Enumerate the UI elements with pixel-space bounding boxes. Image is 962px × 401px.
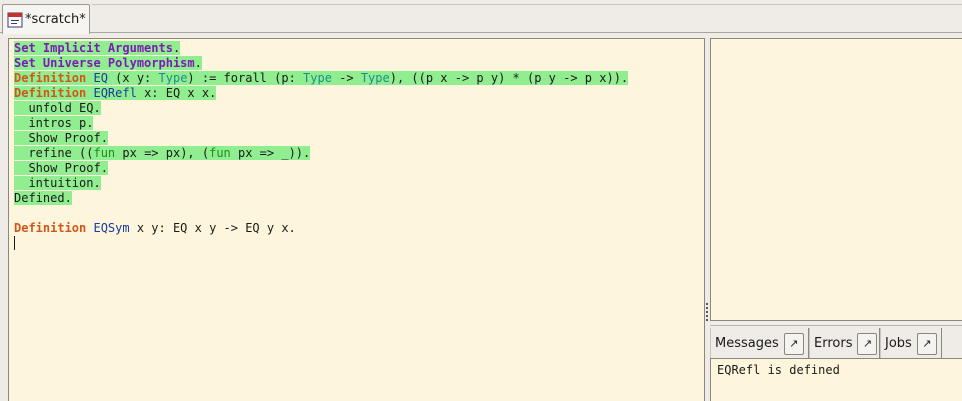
code-token: unfold EQ. <box>14 101 101 115</box>
processed-region: Show Proof. <box>14 161 108 175</box>
tab-messages[interactable]: Messages ↗ <box>710 328 809 359</box>
code-token: fun <box>93 146 116 160</box>
processed-region: Set Implicit Arguments. <box>14 41 181 55</box>
code-token: ), ((p x -> p y) * (p y -> p x)). <box>389 71 629 85</box>
code-line[interactable]: Definition EQ (x y: Type) := forall (p: … <box>14 71 629 86</box>
tab-scratch[interactable]: *scratch* <box>2 4 90 34</box>
code-token: Definition <box>14 86 87 100</box>
code-token: Type <box>360 71 390 85</box>
processed-region: unfold EQ. <box>14 101 101 115</box>
code-line[interactable]: Set Universe Polymorphism. <box>14 56 628 71</box>
processed-region: intros p. <box>14 116 94 130</box>
code-line[interactable] <box>14 206 628 221</box>
processed-region: intuition. <box>14 176 101 190</box>
tab-errors-label: Errors <box>814 336 853 351</box>
code-line[interactable]: Set Implicit Arguments. <box>14 41 628 56</box>
code-token: ) := forall (p: <box>187 71 304 85</box>
splitter-grip-icon[interactable] <box>706 303 708 321</box>
tab-messages-label: Messages <box>715 336 779 351</box>
unprocessed-region: Definition EQSym x y: EQ x y -> EQ y x. <box>14 221 296 235</box>
goals-pane <box>710 38 962 321</box>
detach-messages-icon[interactable]: ↗ <box>783 332 804 355</box>
code-token: . <box>194 56 202 70</box>
code-token: x: EQ x x. <box>136 86 217 100</box>
code-token: x y: EQ x y -> EQ y x. <box>129 221 296 235</box>
code-token: px => px), ( <box>115 146 210 160</box>
document-icon <box>7 12 23 28</box>
processed-region: Show Proof. <box>14 131 108 145</box>
message-text: EQRefl is defined <box>717 363 840 377</box>
code-token: Show Proof. <box>14 161 108 175</box>
code-line[interactable]: intuition. <box>14 176 628 191</box>
code-token: Definition <box>14 71 87 85</box>
code-token: refine (( <box>14 146 94 160</box>
code-token: intuition. <box>14 176 101 190</box>
script-editor[interactable]: Set Implicit Arguments. Set Universe Poly… <box>8 38 705 401</box>
tab-jobs-label: Jobs <box>885 336 912 351</box>
code-line[interactable] <box>14 236 628 251</box>
detach-jobs-icon[interactable]: ↗ <box>916 332 937 355</box>
tab-bar-rule <box>92 4 962 5</box>
code-token: Set Universe Polymorphism <box>14 56 195 70</box>
text-cursor <box>14 236 15 250</box>
code-token: Type <box>303 71 332 85</box>
code-token: Definition <box>14 221 87 235</box>
code-line[interactable]: intros p. <box>14 116 628 131</box>
code-token: Show Proof. <box>14 131 108 145</box>
code-token: fun <box>209 146 231 160</box>
code-line[interactable]: refine ((fun px => px), (fun px => _)). <box>14 146 628 161</box>
code-token: EQRefl <box>93 86 137 100</box>
code-line[interactable]: Definition EQRefl x: EQ x x. <box>14 86 628 101</box>
processed-region: Definition EQ (x y: Type) := forall (p: … <box>14 71 629 85</box>
code-token: EQ <box>93 71 108 85</box>
messages-pane: EQRefl is defined <box>710 358 962 401</box>
code-line[interactable]: Show Proof. <box>14 161 628 176</box>
tab-jobs[interactable]: Jobs ↗ <box>880 328 942 359</box>
processed-region: Defined. <box>14 191 72 205</box>
code-line[interactable]: Definition EQSym x y: EQ x y -> EQ y x. <box>14 221 628 236</box>
message-tabs: Messages ↗ Errors ↗ Jobs ↗ <box>710 325 962 359</box>
code-token: (x y: <box>107 71 159 85</box>
code-token: intros p. <box>14 116 94 130</box>
code-token: px => _)). <box>230 146 311 160</box>
processed-region: refine ((fun px => px), (fun px => _)). <box>14 146 311 160</box>
code-line[interactable]: unfold EQ. <box>14 101 628 116</box>
tab-bar: *scratch* <box>0 0 962 34</box>
code-token: -> <box>331 71 361 85</box>
detach-errors-icon[interactable]: ↗ <box>857 332 878 355</box>
coqide-window: *scratch* Set Implicit Arguments. Set Uni… <box>0 0 962 401</box>
code-token: . <box>172 41 181 55</box>
code-token: Type <box>158 71 188 85</box>
tab-errors[interactable]: Errors ↗ <box>809 328 880 359</box>
code-line[interactable]: Show Proof. <box>14 131 628 146</box>
processed-region: Definition EQRefl x: EQ x x. <box>14 86 217 100</box>
script-code[interactable]: Set Implicit Arguments. Set Universe Poly… <box>14 41 629 251</box>
code-token: Set Implicit Arguments <box>14 41 173 55</box>
code-token: EQSym <box>93 221 130 235</box>
code-token: Defined. <box>14 191 72 205</box>
code-line[interactable]: Defined. <box>14 191 628 206</box>
tab-label: *scratch* <box>25 12 86 27</box>
processed-region: Set Universe Polymorphism. <box>14 56 202 70</box>
